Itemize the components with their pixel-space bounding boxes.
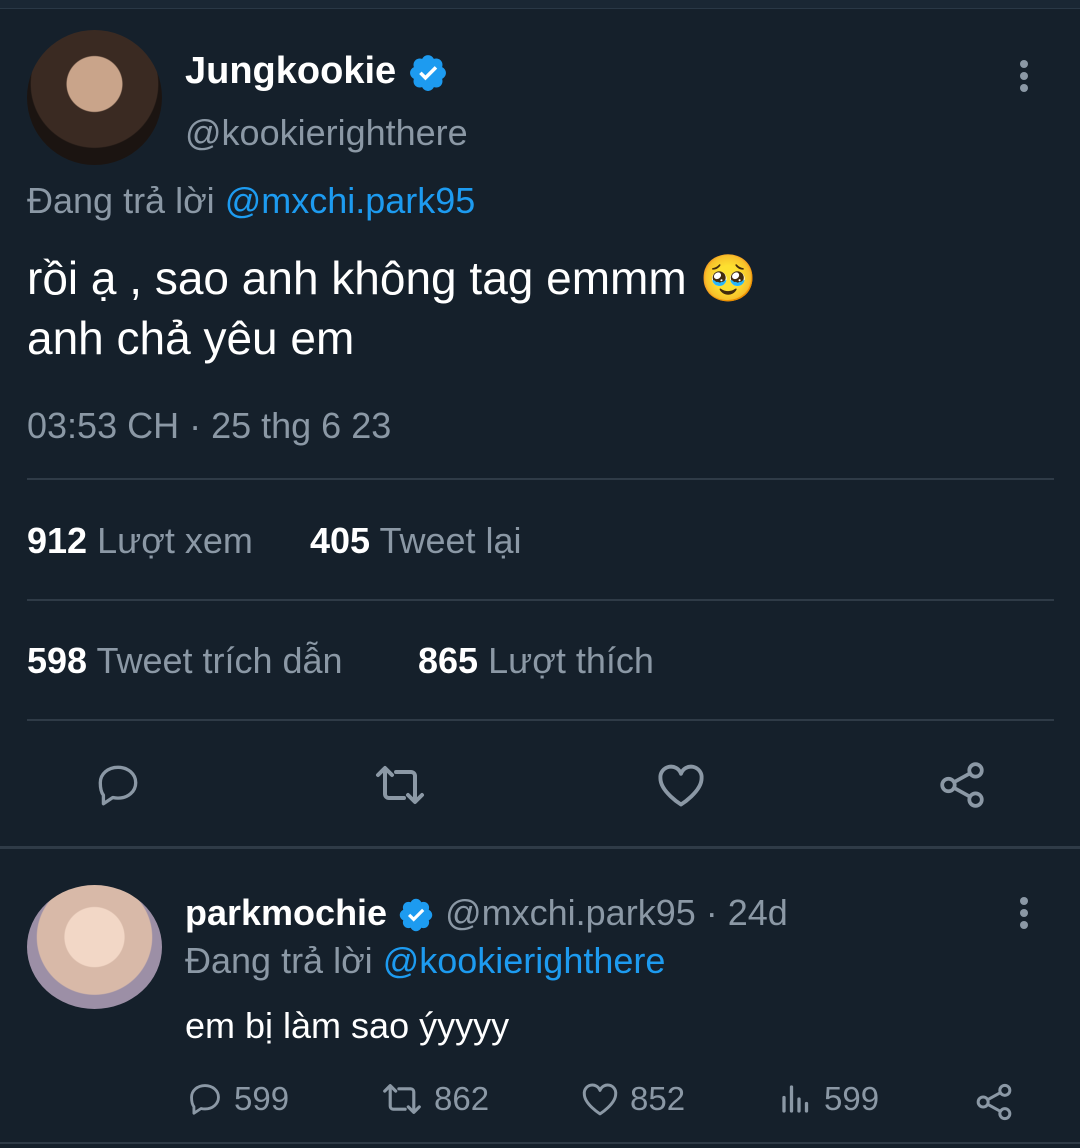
top-border [0, 0, 1080, 9]
reply-context: Đang trả lời @mxchi.park95 [27, 180, 475, 222]
reply-prefix: Đang trả lời [27, 180, 215, 221]
views-count: 599 [824, 1080, 880, 1117]
reply-handle-time[interactable]: @mxchi.park95 · 24d [445, 892, 788, 933]
reply-header: parkmochie @mxchi.park95 · 24d [185, 892, 788, 934]
retweet-count: 862 [434, 1080, 490, 1117]
reply-icon[interactable] [93, 760, 143, 810]
reply-retweet-button[interactable]: 862 [380, 1080, 489, 1118]
views-count: 912 [27, 520, 88, 561]
retweet-icon [383, 1084, 421, 1114]
reply-context: Đang trả lời @kookierighthere [185, 940, 665, 982]
more-options-icon[interactable] [1020, 60, 1028, 96]
quotes-count: 598 [27, 640, 88, 681]
divider [27, 719, 1054, 721]
reply-display-name[interactable]: parkmochie [185, 892, 387, 933]
quotes-label: Tweet trích dẫn [96, 640, 343, 681]
like-icon[interactable] [655, 760, 707, 810]
retweets-count: 405 [310, 520, 371, 561]
likes-label: Lượt thích [488, 640, 654, 681]
views-label: Lượt xem [97, 520, 253, 561]
share-icon[interactable] [937, 760, 987, 810]
reply-prefix: Đang trả lời [185, 940, 373, 981]
share-icon[interactable] [974, 1082, 1014, 1122]
quotes-stat[interactable]: 598 Tweet trích dẫn [27, 640, 343, 682]
reply-avatar[interactable] [27, 885, 162, 1009]
avatar[interactable] [27, 30, 162, 165]
reply-to-mention[interactable]: @mxchi.park95 [225, 180, 476, 221]
tweet-text-line1: rồi ạ , sao anh không tag emmm [27, 252, 687, 304]
divider [27, 599, 1054, 601]
bottom-divider [0, 1142, 1080, 1144]
display-name[interactable]: Jungkookie [185, 50, 396, 92]
views-icon [782, 1085, 809, 1113]
reply-views-button[interactable]: 599 [778, 1080, 879, 1118]
like-icon [582, 1083, 618, 1116]
section-divider [0, 846, 1080, 849]
reply-like-button[interactable]: 852 [580, 1080, 685, 1118]
tweet-text-line2: anh chả yêu em [27, 312, 355, 364]
likes-count: 865 [418, 640, 479, 681]
author-name[interactable]: Jungkookie [185, 50, 449, 94]
likes-stat[interactable]: 865 Lượt thích [418, 640, 654, 682]
retweet-icon[interactable] [372, 762, 428, 808]
verified-badge-icon [399, 899, 433, 932]
retweets-label: Tweet lại [379, 520, 522, 561]
author-handle[interactable]: @kookierighthere [185, 112, 468, 154]
divider [27, 478, 1054, 480]
reply-count: 599 [234, 1080, 290, 1117]
like-count: 852 [630, 1080, 686, 1117]
verified-badge-icon [409, 55, 446, 91]
timestamp[interactable]: 03:53 CH · 25 thg 6 23 [27, 405, 391, 447]
views-stat[interactable]: 912 Lượt xem [27, 520, 253, 562]
tweet-text: rồi ạ , sao anh không tag emmm 🥹 anh chả… [27, 248, 757, 368]
emoji: 🥹 [699, 252, 757, 304]
reply-to-mention[interactable]: @kookierighthere [383, 940, 666, 981]
reply-reply-button[interactable]: 599 [186, 1080, 289, 1118]
reply-more-options-icon[interactable] [1020, 897, 1028, 933]
retweets-stat[interactable]: 405 Tweet lại [310, 520, 522, 562]
reply-text: em bị làm sao ýyyyy [185, 1005, 510, 1046]
reply-icon [190, 1084, 220, 1115]
